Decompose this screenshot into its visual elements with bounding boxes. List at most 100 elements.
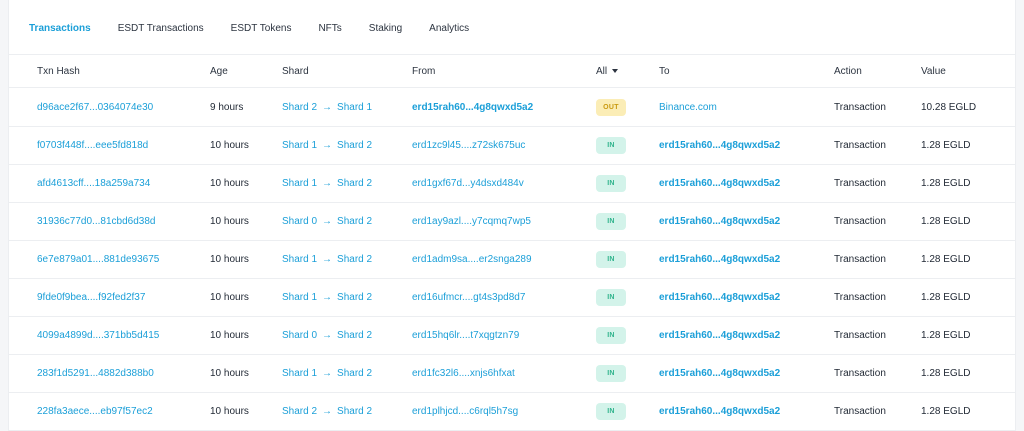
txn-hash-link[interactable]: 4099a4899d....371bb5d415 <box>37 317 159 354</box>
from-shard-link[interactable]: Shard 1 <box>282 178 317 189</box>
table-row: 283f1d5291...4882d388b0 10 hours Shard 1 → S… <box>9 355 1015 393</box>
txn-shard: Shard 1 → Shard 2 <box>282 241 372 278</box>
txn-hash-link[interactable]: 9fde0f9bea....f92fed2f37 <box>37 279 145 316</box>
table-row: d96ace2f67...0364074e30 9 hours Shard 2 → Sh… <box>9 89 1015 127</box>
from-shard-link[interactable]: Shard 1 <box>282 140 317 151</box>
table-row: 228fa3aece....eb97f57ec2 10 hours Shard 2 →… <box>9 393 1015 431</box>
to-shard-link[interactable]: Shard 2 <box>337 216 372 227</box>
header-age: Age <box>210 66 228 77</box>
header-value: Value <box>921 66 946 77</box>
direction-badge: IN <box>596 175 626 192</box>
to-address-link[interactable]: erd15rah60...4g8qwxd5a2 <box>659 203 780 240</box>
txn-shard: Shard 2 → Shard 2 <box>282 393 372 430</box>
transactions-card: Transactions ESDT Transactions ESDT Toke… <box>8 0 1016 431</box>
txn-value: 1.28 EGLD <box>921 178 971 189</box>
to-shard-link[interactable]: Shard 2 <box>337 292 372 303</box>
txn-age: 10 hours <box>210 406 249 417</box>
txn-value: 1.28 EGLD <box>921 292 971 303</box>
txn-value: 1.28 EGLD <box>921 406 971 417</box>
txn-value: 1.28 EGLD <box>921 368 971 379</box>
from-address-link[interactable]: erd1gxf67d...y4dsxd484v <box>412 165 524 202</box>
arrow-right-icon: → <box>322 140 333 151</box>
table-row: f0703f448f....eee5fd818d 10 hours Shard 1 →… <box>9 127 1015 165</box>
txn-shard: Shard 1 → Shard 2 <box>282 355 372 392</box>
txn-hash-link[interactable]: 228fa3aece....eb97f57ec2 <box>37 393 153 430</box>
to-address-link[interactable]: erd15rah60...4g8qwxd5a2 <box>659 165 780 202</box>
txn-action: Transaction <box>834 140 886 151</box>
tab-esdt-transactions[interactable]: ESDT Transactions <box>118 17 204 41</box>
from-address-link[interactable]: erd15hq6lr....t7xqgtzn79 <box>412 317 519 354</box>
header-shard: Shard <box>282 66 309 77</box>
txn-hash-link[interactable]: 283f1d5291...4882d388b0 <box>37 355 154 392</box>
header-from: From <box>412 66 436 77</box>
from-shard-link[interactable]: Shard 0 <box>282 216 317 227</box>
txn-action: Transaction <box>834 102 886 113</box>
to-address-link[interactable]: erd15rah60...4g8qwxd5a2 <box>659 355 780 392</box>
arrow-right-icon: → <box>322 102 333 113</box>
txn-hash-link[interactable]: afd4613cff....18a259a734 <box>37 165 150 202</box>
direction-badge: IN <box>596 289 626 306</box>
to-shard-link[interactable]: Shard 2 <box>337 140 372 151</box>
from-shard-link[interactable]: Shard 2 <box>282 102 317 113</box>
from-address-link[interactable]: erd1ay9azl....y7cqmq7wp5 <box>412 203 531 240</box>
table-row: afd4613cff....18a259a734 10 hours Shard 1 →… <box>9 165 1015 203</box>
txn-shard: Shard 1 → Shard 2 <box>282 279 372 316</box>
txn-shard: Shard 0 → Shard 2 <box>282 317 372 354</box>
from-shard-link[interactable]: Shard 1 <box>282 368 317 379</box>
tab-analytics[interactable]: Analytics <box>429 17 469 41</box>
direction-badge: IN <box>596 327 626 344</box>
from-address-link[interactable]: erd1zc9l45....z72sk675uc <box>412 127 525 164</box>
to-address-link[interactable]: erd15rah60...4g8qwxd5a2 <box>659 127 780 164</box>
arrow-right-icon: → <box>322 254 333 265</box>
txn-hash-link[interactable]: 31936c77d0...81cbd6d38d <box>37 203 155 240</box>
header-action: Action <box>834 66 862 77</box>
tab-esdt-tokens[interactable]: ESDT Tokens <box>231 17 292 41</box>
txn-hash-link[interactable]: f0703f448f....eee5fd818d <box>37 127 148 164</box>
to-shard-link[interactable]: Shard 2 <box>337 178 372 189</box>
txn-age: 10 hours <box>210 178 249 189</box>
from-address-link[interactable]: erd1fc32l6....xnjs6hfxat <box>412 355 515 392</box>
arrow-right-icon: → <box>322 368 333 379</box>
to-shard-link[interactable]: Shard 2 <box>337 368 372 379</box>
tab-bar: Transactions ESDT Transactions ESDT Toke… <box>29 17 496 41</box>
arrow-right-icon: → <box>322 330 333 341</box>
to-address-link[interactable]: erd15rah60...4g8qwxd5a2 <box>659 317 780 354</box>
to-shard-link[interactable]: Shard 2 <box>337 254 372 265</box>
direction-filter-label: All <box>596 66 608 77</box>
from-address-link[interactable]: erd1plhjcd....c6rql5h7sg <box>412 393 518 430</box>
from-shard-link[interactable]: Shard 1 <box>282 292 317 303</box>
direction-filter-dropdown[interactable]: All <box>596 55 619 88</box>
table-row: 31936c77d0...81cbd6d38d 10 hours Shard 0 → S… <box>9 203 1015 241</box>
arrow-right-icon: → <box>322 216 333 227</box>
arrow-right-icon: → <box>322 178 333 189</box>
to-address-link[interactable]: Binance.com <box>659 89 717 126</box>
txn-value: 1.28 EGLD <box>921 254 971 265</box>
from-shard-link[interactable]: Shard 1 <box>282 254 317 265</box>
txn-age: 10 hours <box>210 330 249 341</box>
to-address-link[interactable]: erd15rah60...4g8qwxd5a2 <box>659 393 780 430</box>
tab-transactions[interactable]: Transactions <box>29 17 91 41</box>
txn-age: 10 hours <box>210 292 249 303</box>
from-shard-link[interactable]: Shard 2 <box>282 406 317 417</box>
direction-badge: IN <box>596 251 626 268</box>
from-address-link[interactable]: erd15rah60...4g8qwxd5a2 <box>412 89 533 126</box>
txn-action: Transaction <box>834 216 886 227</box>
txn-shard: Shard 2 → Shard 1 <box>282 89 372 126</box>
to-shard-link[interactable]: Shard 1 <box>337 102 372 113</box>
to-address-link[interactable]: erd15rah60...4g8qwxd5a2 <box>659 279 780 316</box>
direction-badge: IN <box>596 365 626 382</box>
to-shard-link[interactable]: Shard 2 <box>337 406 372 417</box>
from-shard-link[interactable]: Shard 0 <box>282 330 317 341</box>
caret-down-icon <box>612 69 619 74</box>
txn-action: Transaction <box>834 178 886 189</box>
tab-nfts[interactable]: NFTs <box>318 17 341 41</box>
txn-hash-link[interactable]: d96ace2f67...0364074e30 <box>37 89 153 126</box>
table-row: 4099a4899d....371bb5d415 10 hours Shard 0 →… <box>9 317 1015 355</box>
from-address-link[interactable]: erd16ufmcr....gt4s3pd8d7 <box>412 279 525 316</box>
txn-hash-link[interactable]: 6e7e879a01....881de93675 <box>37 241 159 278</box>
to-shard-link[interactable]: Shard 2 <box>337 330 372 341</box>
to-address-link[interactable]: erd15rah60...4g8qwxd5a2 <box>659 241 780 278</box>
tab-staking[interactable]: Staking <box>369 17 402 41</box>
from-address-link[interactable]: erd1adm9sa....er2snga289 <box>412 241 532 278</box>
txn-value: 1.28 EGLD <box>921 140 971 151</box>
